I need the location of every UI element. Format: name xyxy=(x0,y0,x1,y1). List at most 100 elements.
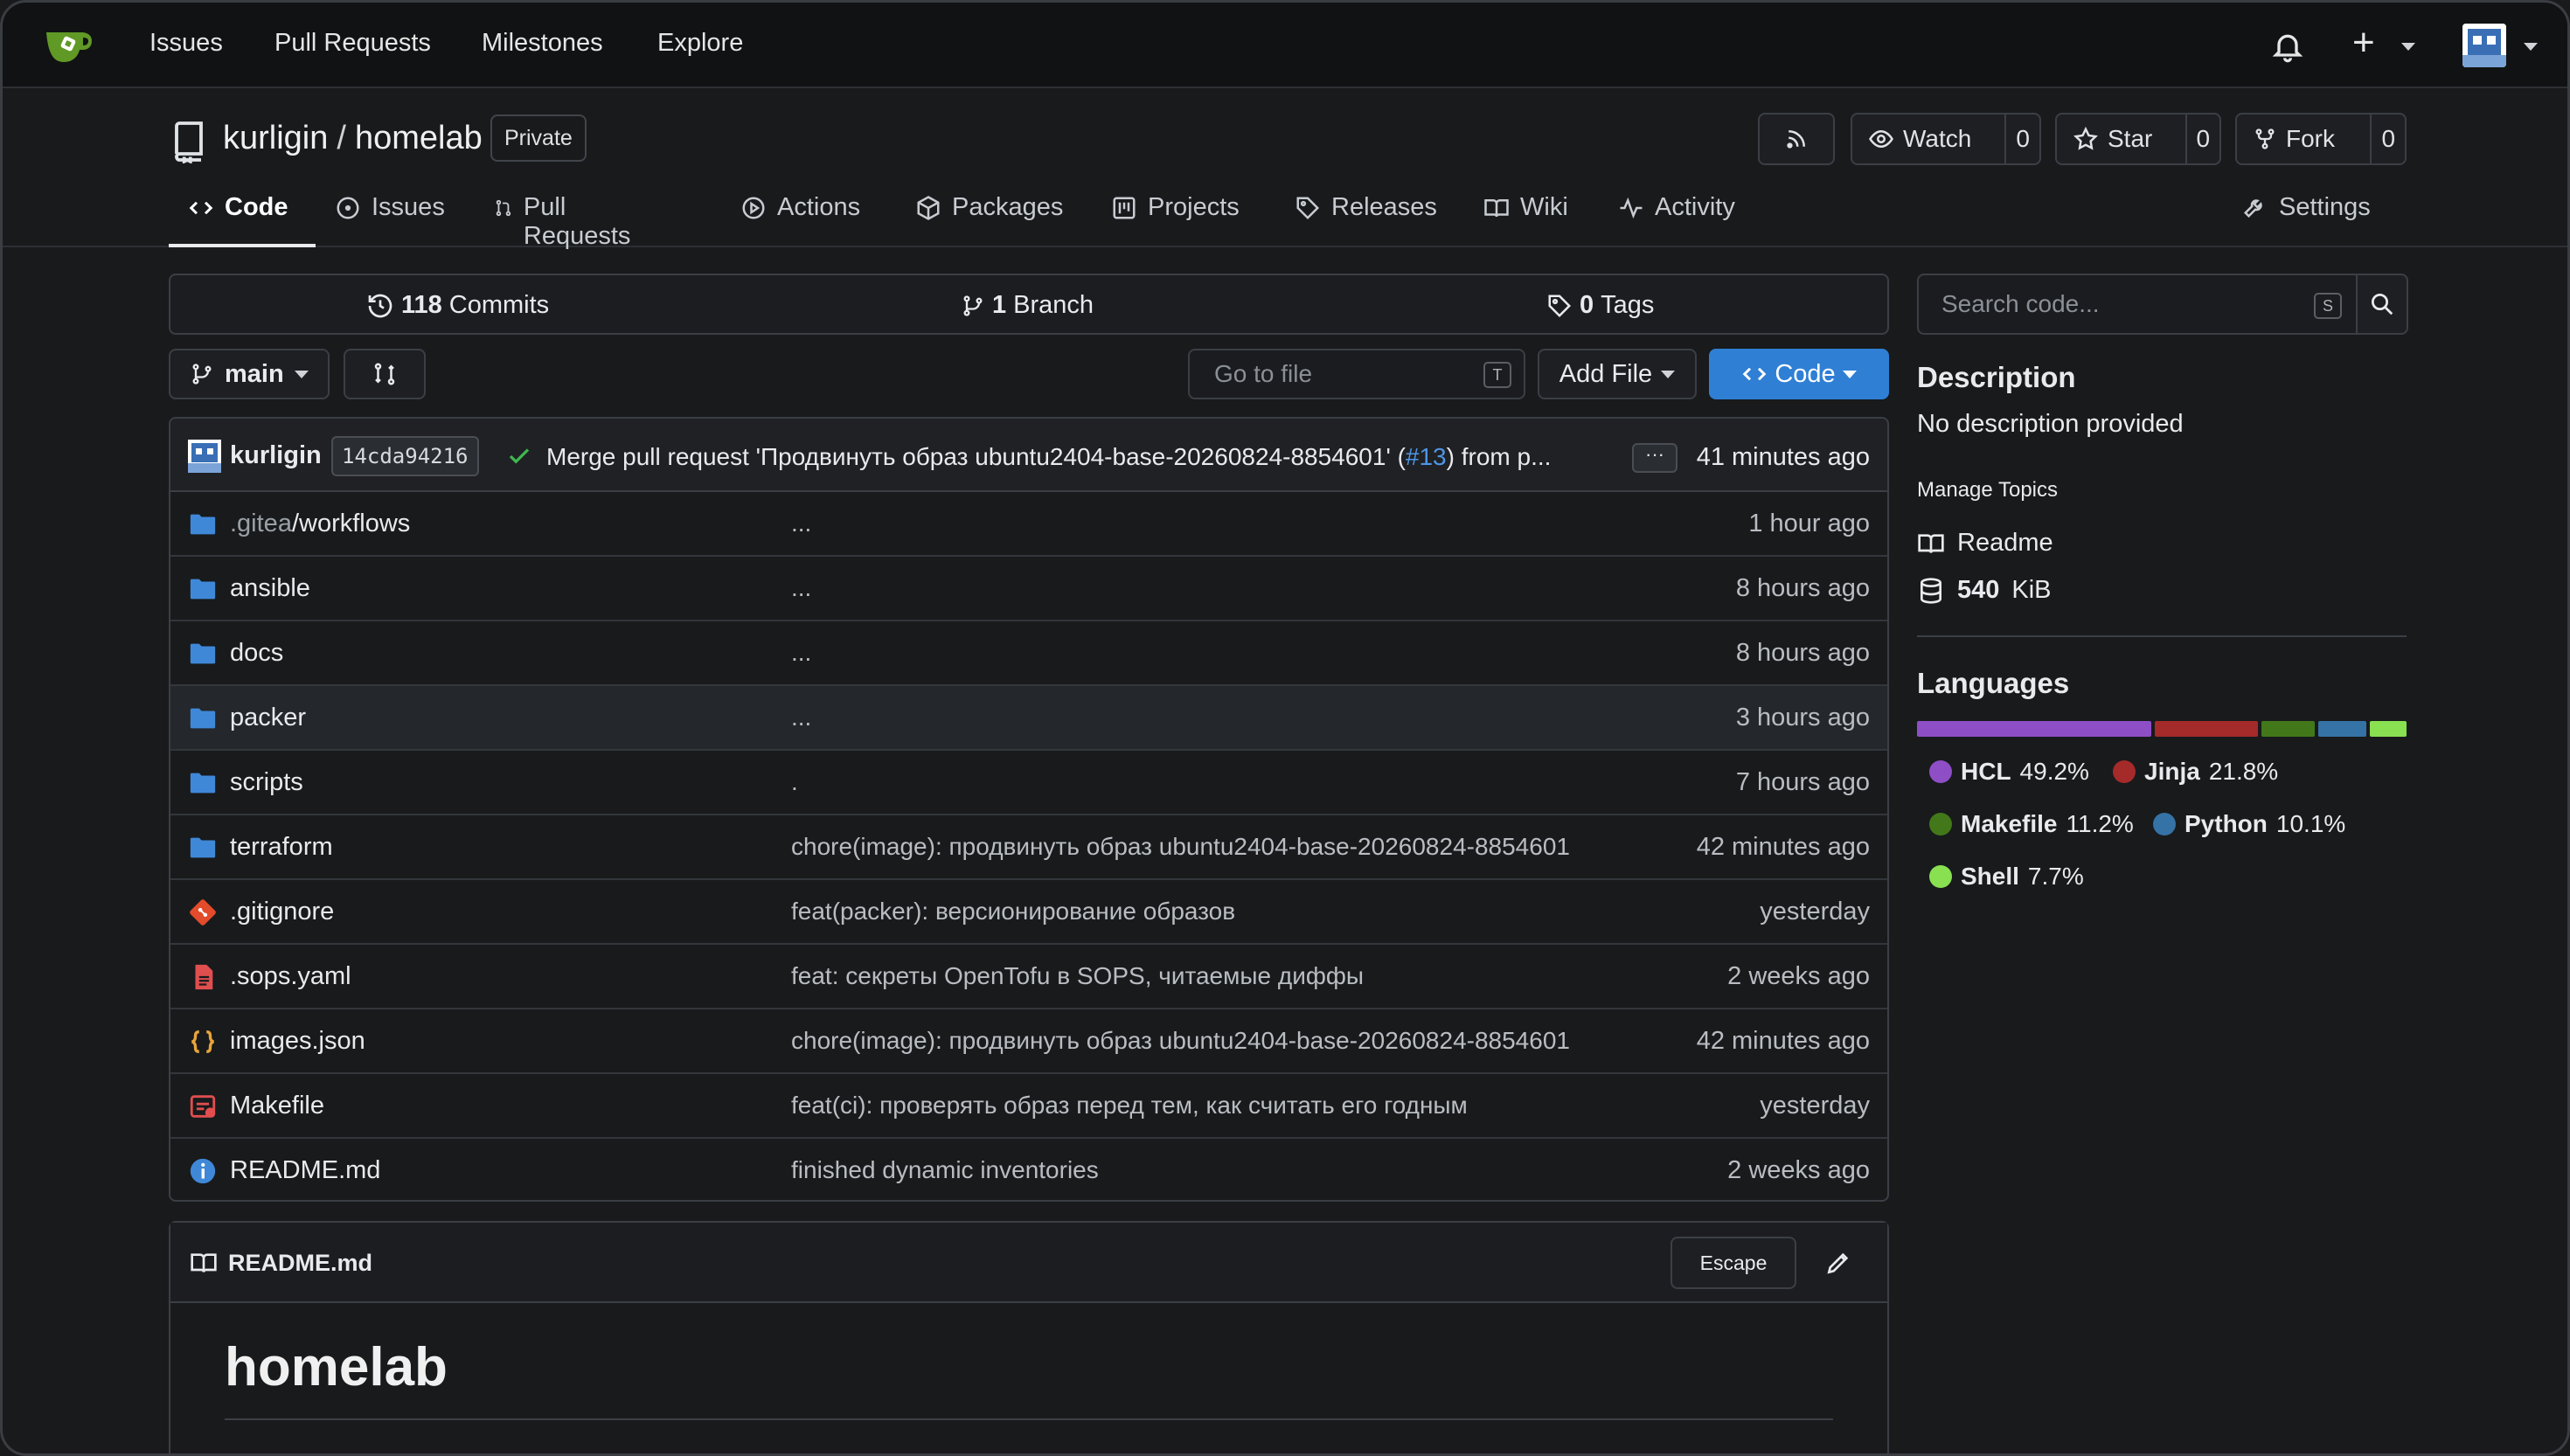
file-name[interactable]: .gitea/workflows xyxy=(230,510,410,538)
file-commit-message[interactable]: ... xyxy=(791,510,811,537)
tab-projects[interactable]: Projects xyxy=(1111,186,1240,247)
expand-commit-button[interactable]: ··· xyxy=(1632,443,1677,473)
file-name[interactable]: ansible xyxy=(230,574,310,603)
file-name-text[interactable]: images.json xyxy=(230,1027,365,1055)
file-commit-message[interactable]: . xyxy=(791,768,798,796)
file-name-text[interactable]: packer xyxy=(230,704,306,731)
file-name-text[interactable]: /workflows xyxy=(292,510,410,537)
readme-link[interactable]: Readme xyxy=(1917,529,2053,558)
file-name[interactable]: README.md xyxy=(230,1156,380,1185)
author-avatar[interactable] xyxy=(188,440,221,473)
file-name[interactable]: .sops.yaml xyxy=(230,962,351,991)
file-commit-message[interactable]: ... xyxy=(791,574,811,602)
branches-link[interactable]: 1 Branch xyxy=(961,291,1094,320)
bell-icon[interactable] xyxy=(2270,29,2305,64)
chevron-down-icon[interactable] xyxy=(2524,43,2538,51)
pencil-icon[interactable] xyxy=(1824,1249,1852,1277)
file-name-text[interactable]: .sops.yaml xyxy=(230,962,351,990)
check-icon[interactable] xyxy=(506,443,532,469)
tab-activity[interactable]: Activity xyxy=(1618,186,1735,247)
file-row[interactable]: terraform chore(image): продвинуть образ … xyxy=(170,815,1887,880)
branch-selector[interactable]: main xyxy=(169,349,330,399)
search-code-input[interactable]: Search code... S xyxy=(1917,274,2358,335)
file-name[interactable]: packer xyxy=(230,704,306,732)
watch-button[interactable]: Watch 0 xyxy=(1851,113,2041,165)
avatar[interactable] xyxy=(2462,24,2506,67)
escape-button[interactable]: Escape xyxy=(1670,1237,1796,1289)
watch-count[interactable]: 0 xyxy=(2004,114,2039,163)
file-row[interactable]: ansible... 8 hours ago xyxy=(170,557,1887,621)
file-commit-message[interactable]: feat(packer): версионирование образов xyxy=(791,898,1235,926)
file-name-text[interactable]: Makefile xyxy=(230,1092,324,1120)
repo-name-link[interactable]: homelab xyxy=(355,120,483,156)
tab-settings[interactable]: Settings xyxy=(2242,193,2371,222)
file-row[interactable]: packer... 3 hours ago xyxy=(170,686,1887,751)
file-commit-message[interactable]: ... xyxy=(791,704,811,731)
star-count[interactable]: 0 xyxy=(2184,114,2220,163)
gitea-logo-icon[interactable] xyxy=(43,24,95,66)
language-item[interactable]: Makefile 11.2% xyxy=(1929,810,2134,838)
clone-code-button[interactable]: Code xyxy=(1709,349,1889,399)
file-name[interactable]: images.json xyxy=(230,1027,365,1056)
file-commit-message[interactable]: feat: секреты OpenTofu в SOPS, читаемые … xyxy=(791,962,1364,990)
tab-wiki[interactable]: Wiki xyxy=(1483,186,1568,247)
add-file-button[interactable]: Add File xyxy=(1538,349,1697,399)
tags-link[interactable]: 0 Tags xyxy=(1546,291,1654,320)
rss-button[interactable] xyxy=(1758,113,1835,165)
commit-sha[interactable]: 14cda94216 xyxy=(331,436,479,476)
file-row[interactable]: .sops.yaml feat: секреты OpenTofu в SOPS,… xyxy=(170,945,1887,1009)
file-name[interactable]: scripts xyxy=(230,768,303,797)
fork-count[interactable]: 0 xyxy=(2370,114,2405,163)
file-commit-message[interactable]: ... xyxy=(791,639,811,667)
language-item[interactable]: Jinja 21.8% xyxy=(2113,758,2278,786)
file-commit-message[interactable]: chore(image): продвинуть образ ubuntu240… xyxy=(791,1027,1570,1055)
commit-author[interactable]: kurligin xyxy=(230,441,322,470)
tab-pull-requests[interactable]: Pull Requests xyxy=(494,186,638,250)
tab-issues[interactable]: Issues xyxy=(335,186,445,247)
file-name-text[interactable]: docs xyxy=(230,639,283,667)
readme-filename[interactable]: README.md xyxy=(228,1250,372,1277)
file-row[interactable]: scripts. 7 hours ago xyxy=(170,751,1887,815)
file-row[interactable]: .gitea/workflows... 1 hour ago xyxy=(170,492,1887,557)
file-name-prefix[interactable]: .gitea xyxy=(230,510,292,537)
file-name[interactable]: terraform xyxy=(230,833,333,862)
file-name-text[interactable]: README.md xyxy=(230,1156,380,1184)
file-name-text[interactable]: .gitignore xyxy=(230,898,334,926)
file-row[interactable]: Makefile feat(ci): проверять образ перед … xyxy=(170,1074,1887,1139)
file-name[interactable]: Makefile xyxy=(230,1092,324,1120)
tab-packages[interactable]: Packages xyxy=(915,186,1063,247)
file-name-text[interactable]: scripts xyxy=(230,768,303,796)
go-to-file-input[interactable]: Go to file T xyxy=(1188,349,1525,399)
tab-code[interactable]: Code xyxy=(169,186,316,247)
file-name[interactable]: docs xyxy=(230,639,283,668)
file-row[interactable]: images.json chore(image): продвинуть обра… xyxy=(170,1009,1887,1074)
chevron-down-icon[interactable] xyxy=(2401,43,2415,51)
search-button[interactable] xyxy=(2356,274,2408,335)
file-name[interactable]: .gitignore xyxy=(230,898,334,926)
star-button[interactable]: Star 0 xyxy=(2055,113,2221,165)
file-commit-message[interactable]: finished dynamic inventories xyxy=(791,1156,1099,1184)
commits-link[interactable]: 118 Commits xyxy=(366,291,549,320)
repo-owner-link[interactable]: kurligin xyxy=(223,120,328,156)
tab-releases[interactable]: Releases xyxy=(1295,186,1437,247)
language-item[interactable]: Shell 7.7% xyxy=(1929,863,2084,891)
commit-message[interactable]: Merge pull request 'Продвинуть образ ubu… xyxy=(546,443,1618,471)
file-row[interactable]: README.md finished dynamic inventories 2 w… xyxy=(170,1139,1887,1200)
nav-pull-requests[interactable]: Pull Requests xyxy=(274,29,431,58)
nav-explore[interactable]: Explore xyxy=(657,29,743,58)
fork-button[interactable]: Fork 0 xyxy=(2235,113,2407,165)
pr-link[interactable]: #13 xyxy=(1406,443,1447,470)
file-row[interactable]: docs... 8 hours ago xyxy=(170,621,1887,686)
tab-actions[interactable]: Actions xyxy=(740,186,860,247)
language-item[interactable]: Python 10.1% xyxy=(2153,810,2345,838)
plus-icon[interactable]: + xyxy=(2352,24,2375,62)
language-item[interactable]: HCL 49.2% xyxy=(1929,758,2089,786)
compare-button[interactable] xyxy=(344,349,426,399)
file-row[interactable]: .gitignore feat(packer): версионирование … xyxy=(170,880,1887,945)
nav-milestones[interactable]: Milestones xyxy=(482,29,603,58)
file-name-text[interactable]: terraform xyxy=(230,833,333,861)
manage-topics-link[interactable]: Manage Topics xyxy=(1917,478,2058,503)
nav-issues[interactable]: Issues xyxy=(149,29,223,58)
file-name-text[interactable]: ansible xyxy=(230,574,310,602)
file-commit-message[interactable]: feat(ci): проверять образ перед тем, как… xyxy=(791,1092,1468,1120)
